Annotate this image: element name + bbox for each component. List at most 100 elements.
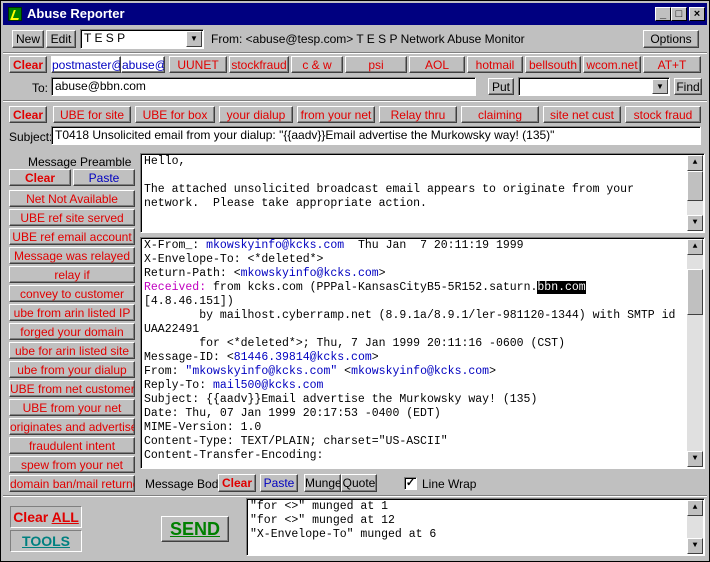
message-body-textarea[interactable]: X-From_: mkowskyinfo@kcks.com Thu Jan 7 …: [140, 237, 705, 469]
scroll-up-icon[interactable]: ▲: [687, 155, 703, 171]
line-wrap-checkbox[interactable]: ✓: [404, 477, 417, 490]
new-button[interactable]: New: [12, 30, 44, 48]
subject-relay-button[interactable]: Relay thru: [379, 106, 457, 123]
munge-button[interactable]: Munge: [304, 474, 341, 492]
put-button[interactable]: Put: [488, 78, 514, 95]
subject-ube-box-button[interactable]: UBE for box: [135, 106, 215, 123]
body-paste-button[interactable]: Paste: [260, 474, 298, 492]
recipient-wcom-button[interactable]: wcom.net: [583, 56, 641, 73]
subject-clear-button[interactable]: Clear: [9, 106, 47, 123]
header-text: Reply-To:: [144, 379, 214, 392]
header-text: X-From_:: [144, 239, 207, 252]
preamble-paste-button[interactable]: Paste: [73, 169, 135, 186]
subject-ube-site-button[interactable]: UBE for site: [53, 106, 131, 123]
preamble-item[interactable]: forged your domain: [9, 323, 135, 340]
scroll-thumb[interactable]: [687, 269, 703, 315]
recipient-postmaster-button[interactable]: postmaster@: [51, 56, 121, 73]
title-bar[interactable]: Abuse Reporter _ □ ×: [3, 3, 707, 25]
subject-site-net-cust-button[interactable]: site net cust: [543, 106, 621, 123]
log-line: "X-Envelope-To" munged at 6: [250, 528, 437, 541]
tools-button[interactable]: TOOLS: [10, 530, 82, 552]
profile-select[interactable]: T E S P ▼: [80, 29, 204, 49]
recipient-bellsouth-button[interactable]: bellsouth: [525, 56, 581, 73]
recipient-cw-button[interactable]: c & w: [291, 56, 343, 73]
preamble-item[interactable]: originates and advertises: [9, 418, 135, 435]
header-text: Content-Type: TEXT/PLAIN; charset="US-AS…: [144, 435, 448, 448]
subject-dialup-button[interactable]: your dialup: [219, 106, 293, 123]
preamble-item[interactable]: ube for arin listed site: [9, 342, 135, 359]
recipient-psi-button[interactable]: psi: [345, 56, 407, 73]
scroll-down-icon[interactable]: ▼: [687, 538, 703, 554]
chevron-down-icon[interactable]: ▼: [652, 79, 668, 94]
edit-button[interactable]: Edit: [46, 30, 76, 48]
recipient-aol-button[interactable]: AOL: [409, 56, 465, 73]
send-button[interactable]: SEND: [161, 516, 229, 542]
preamble-line: network. Please take appropriate action.: [144, 197, 427, 210]
app-icon: [8, 7, 22, 21]
find-button[interactable]: Find: [674, 78, 702, 95]
header-text: <: [337, 365, 352, 378]
chevron-down-icon[interactable]: ▼: [186, 31, 202, 47]
body-line: X-Envelope-To: <*deleted*>: [144, 253, 323, 266]
preamble-item[interactable]: UBE ref email account: [9, 228, 135, 245]
line-wrap-label: Line Wrap: [422, 477, 477, 491]
recipient-hotmail-button[interactable]: hotmail: [467, 56, 523, 73]
preamble-item[interactable]: UBE ref site served: [9, 209, 135, 226]
preamble-item[interactable]: relay if: [9, 266, 135, 283]
email-address: mkowskyinfo@kcks.com: [351, 365, 490, 378]
header-text: Content-Transfer-Encoding:: [144, 449, 324, 462]
quote-button[interactable]: Quote: [341, 474, 377, 492]
preamble-item[interactable]: spew from your net: [9, 456, 135, 473]
close-button[interactable]: ×: [689, 7, 705, 21]
body-line: From: "mkowskyinfo@kcks.com" <mkowskyinf…: [144, 365, 496, 378]
recipient-uunet-button[interactable]: UUNET: [169, 56, 227, 73]
log-textarea[interactable]: "for <>" munged at 1 "for <>" munged at …: [246, 498, 705, 556]
recipient-abuse-button[interactable]: abuse@: [121, 56, 165, 73]
subject-input[interactable]: T0418 Unsolicited email from your dialup…: [51, 126, 701, 145]
preamble-item[interactable]: convey to customer: [9, 285, 135, 302]
scroll-down-icon[interactable]: ▼: [687, 215, 703, 231]
recipient-stockfraud-button[interactable]: stockfraud: [229, 56, 289, 73]
body-scrollbar[interactable]: ▲ ▼: [687, 239, 703, 467]
preamble-item[interactable]: fraudulent intent: [9, 437, 135, 454]
preamble-item[interactable]: ube from your dialup: [9, 361, 135, 378]
subject-stock-fraud-button[interactable]: stock fraud: [625, 106, 701, 123]
preamble-item[interactable]: Message was relayed: [9, 247, 135, 264]
body-line: by mailhost.cyberramp.net (8.9.1a/8.9.1/…: [144, 309, 675, 322]
window-title: Abuse Reporter: [27, 6, 125, 21]
preamble-scrollbar[interactable]: ▲ ▼: [687, 155, 703, 231]
options-button[interactable]: Options: [643, 30, 699, 48]
minimize-button[interactable]: _: [655, 7, 671, 21]
preamble-item[interactable]: ube from arin listed IP: [9, 304, 135, 321]
profile-value: T E S P: [84, 31, 126, 45]
clear-all-button[interactable]: Clear ALL: [10, 506, 82, 528]
header-text: Message-ID: <: [144, 351, 234, 364]
body-clear-button[interactable]: Clear: [218, 474, 256, 492]
subject-from-net-button[interactable]: from your net: [297, 106, 375, 123]
email-address: 81446.39814@kcks.com: [233, 351, 372, 364]
preamble-item[interactable]: Net Not Available: [9, 190, 135, 207]
find-combo[interactable]: ▼: [518, 77, 670, 96]
scroll-down-icon[interactable]: ▼: [687, 451, 703, 467]
scroll-thumb[interactable]: [687, 171, 703, 201]
preamble-item[interactable]: UBE from your net: [9, 399, 135, 416]
received-keyword: Received:: [144, 281, 207, 294]
body-line: [4.8.46.151]): [144, 295, 234, 308]
subject-claiming-button[interactable]: claiming: [461, 106, 539, 123]
log-scrollbar[interactable]: ▲ ▼: [687, 500, 703, 554]
scroll-up-icon[interactable]: ▲: [687, 500, 703, 516]
email-address: mkowskyinfo@kcks.com: [206, 239, 345, 252]
email-address: mkowskyinfo@kcks.com: [240, 267, 379, 280]
preamble-item[interactable]: domain ban/mail returned: [9, 475, 135, 492]
preamble-textarea[interactable]: Hello, The attached unsolicited broadcas…: [140, 153, 705, 233]
maximize-button[interactable]: □: [671, 7, 687, 21]
to-input[interactable]: abuse@bbn.com: [51, 77, 476, 96]
scroll-up-icon[interactable]: ▲: [687, 239, 703, 255]
preamble-header: Message Preamble: [28, 155, 132, 169]
body-line: for <*deleted*>; Thu, 7 Jan 1999 20:11:1…: [144, 337, 565, 350]
preamble-clear-button[interactable]: Clear: [9, 169, 71, 186]
recipient-att-button[interactable]: AT+T: [643, 56, 701, 73]
recipient-clear-button[interactable]: Clear: [9, 56, 47, 73]
log-line: "for <>" munged at 12: [250, 514, 395, 527]
preamble-item[interactable]: UBE from net customer: [9, 380, 135, 397]
